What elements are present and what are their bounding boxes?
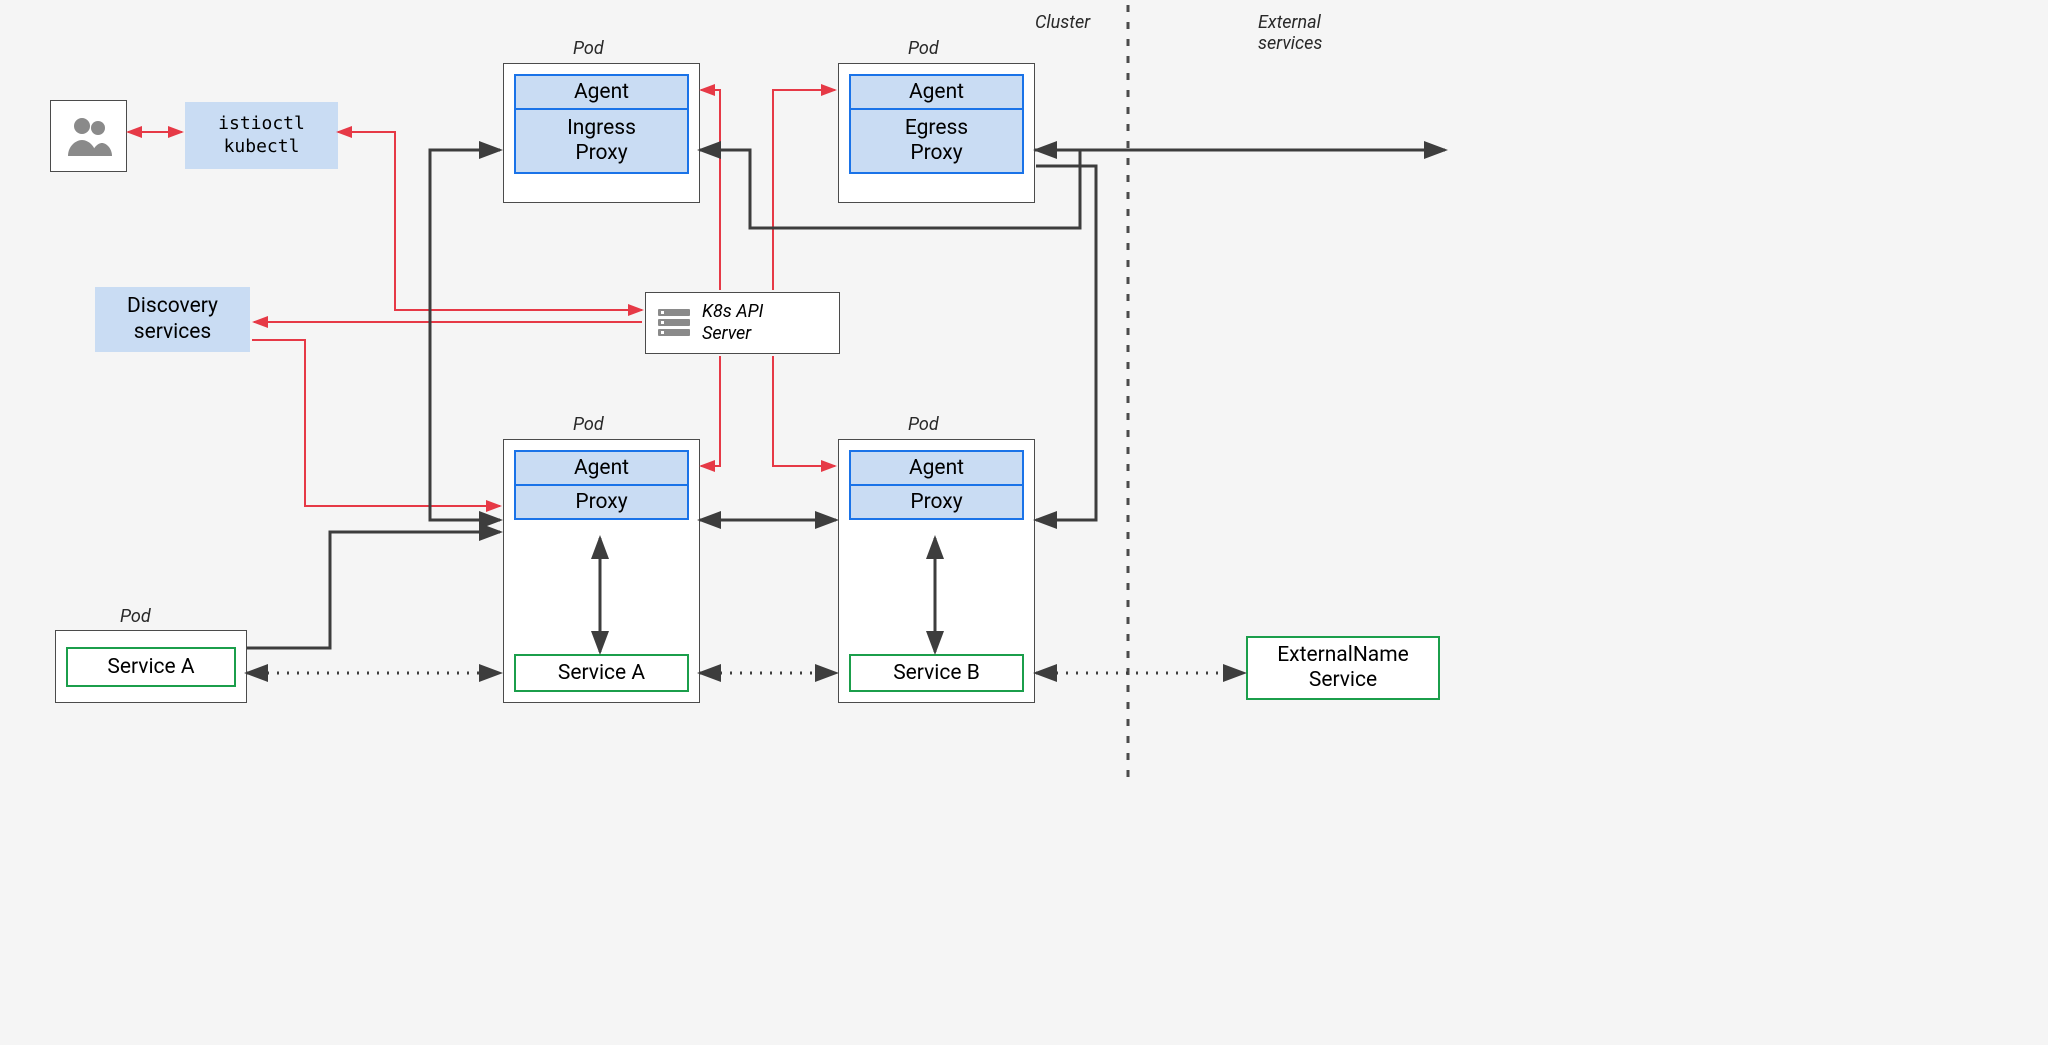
server-icon [656, 305, 692, 341]
api-server-label: K8s API Server [702, 301, 763, 344]
egress-agent: Agent [849, 74, 1024, 108]
cli-line2: kubectl [199, 135, 324, 158]
k8s-api-server: K8s API Server [645, 292, 840, 354]
sidecar-b-proxy: Proxy [849, 484, 1024, 520]
service-a-inner: Service A [514, 654, 689, 692]
sidecar-b-pod: Agent Proxy Service B [838, 439, 1035, 703]
service-b-inner: Service B [849, 654, 1024, 692]
ingress-agent: Agent [514, 74, 689, 108]
sidecar-b-agent: Agent [849, 450, 1024, 484]
cluster-label: Cluster [1035, 12, 1090, 33]
sidecar-a-agent: Agent [514, 450, 689, 484]
cli-box: istioctl kubectl [185, 102, 338, 169]
pod-label-ingress: Pod [573, 38, 604, 59]
pod-label-outer-service: Pod [120, 606, 151, 627]
egress-proxy: Egress Proxy [849, 108, 1024, 174]
users-icon [50, 100, 127, 172]
ingress-pod: Agent Ingress Proxy [503, 63, 700, 203]
sidecar-a-proxy: Proxy [514, 484, 689, 520]
pod-label-sidecar-b: Pod [908, 414, 939, 435]
pod-label-egress: Pod [908, 38, 939, 59]
cli-line1: istioctl [199, 112, 324, 135]
egress-pod: Agent Egress Proxy [838, 63, 1035, 203]
discovery-services: Discovery services [95, 287, 250, 352]
externalname-service: ExternalName Service [1246, 636, 1440, 700]
pod-label-sidecar-a: Pod [573, 414, 604, 435]
sidecar-a-pod: Agent Proxy Service A [503, 439, 700, 703]
outer-service-pod: Service A [55, 630, 247, 703]
service-a-outer: Service A [66, 647, 236, 687]
external-services-label: External services [1258, 12, 1322, 54]
ingress-proxy: Ingress Proxy [514, 108, 689, 174]
diagram-canvas: Cluster External services istioctl kubec… [0, 0, 1536, 784]
